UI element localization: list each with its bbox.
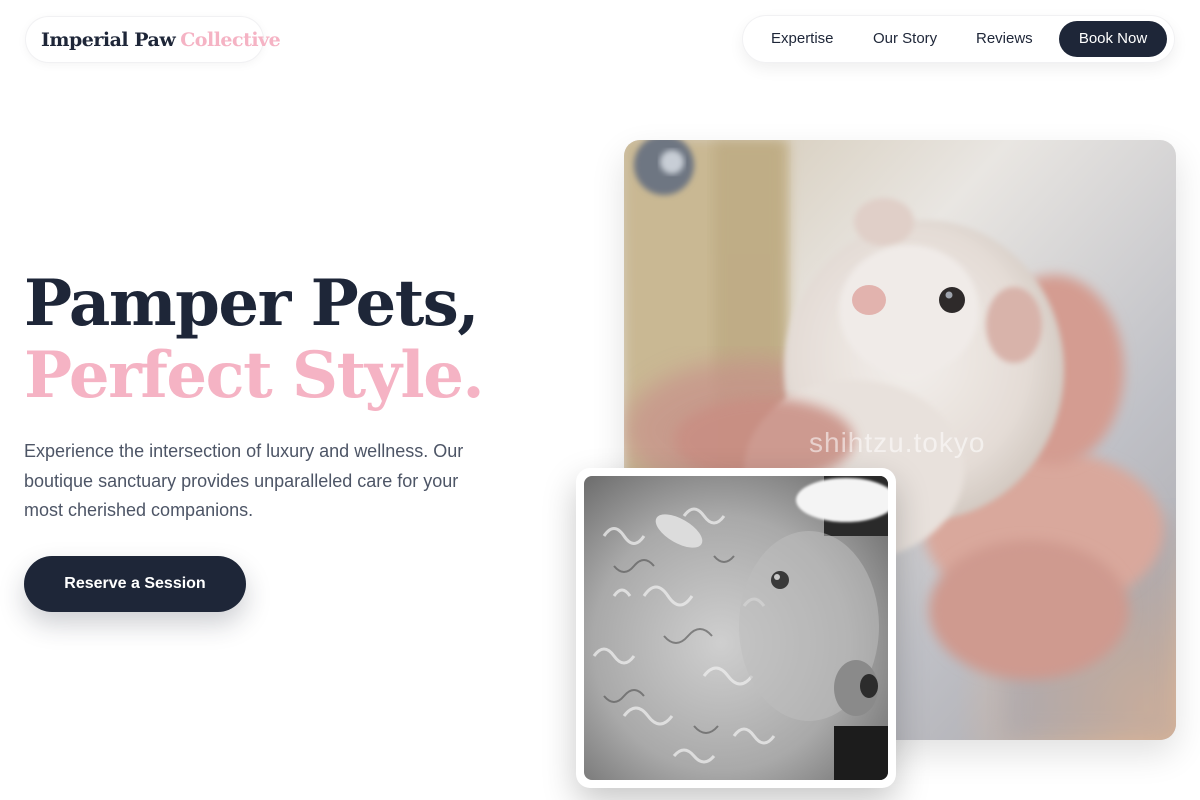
- nav-link-our-story[interactable]: Our Story: [873, 16, 937, 62]
- nav-link-reviews[interactable]: Reviews: [976, 16, 1033, 62]
- sheep-photo: [584, 476, 888, 780]
- hero-headline: Pamper Pets, Perfect Style.: [24, 268, 544, 412]
- photo-watermark: shihtzu.tokyo: [809, 427, 985, 458]
- nav-link-expertise[interactable]: Expertise: [771, 16, 834, 62]
- hero-subtitle: Experience the intersection of luxury an…: [24, 441, 464, 520]
- logo-text-accent: Collective: [180, 28, 281, 51]
- hero-headline-line1: Pamper Pets,: [24, 266, 480, 341]
- sheep-photo-card: [576, 468, 896, 788]
- reserve-session-button[interactable]: Reserve a Session: [24, 556, 246, 612]
- hero-headline-line2: Perfect Style.: [24, 338, 485, 413]
- logo[interactable]: Imperial Paw Collective: [26, 17, 281, 62]
- book-now-button[interactable]: Book Now: [1059, 21, 1167, 57]
- logo-text-primary: Imperial Paw: [41, 28, 176, 51]
- main-nav: Expertise Our Story Reviews Book Now: [743, 16, 1174, 62]
